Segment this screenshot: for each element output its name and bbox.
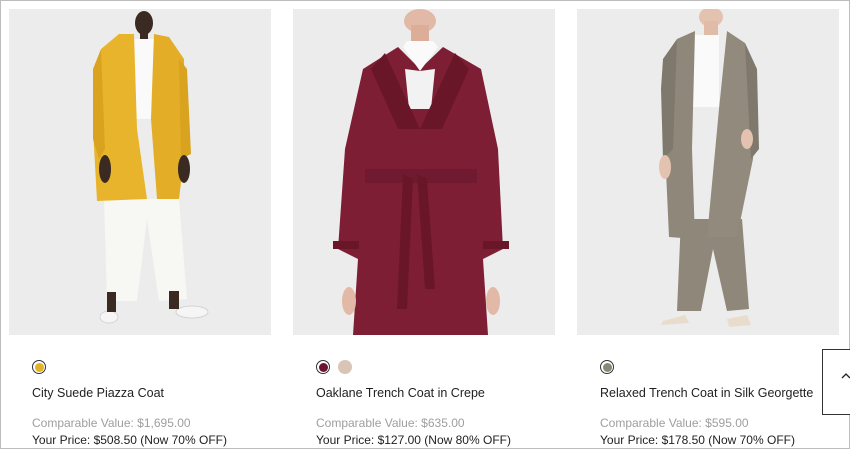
swatch-yellow[interactable] (32, 360, 46, 374)
chevron-up-icon (841, 373, 850, 379)
your-price: Your Price: $178.50 (Now 70% OFF) (600, 433, 795, 447)
comparable-value: Comparable Value: $595.00 (600, 416, 749, 430)
back-to-top-button[interactable] (822, 349, 850, 415)
product-image[interactable] (9, 9, 271, 335)
swatch-beige[interactable] (338, 360, 352, 374)
your-price: Your Price: $127.00 (Now 80% OFF) (316, 433, 511, 447)
model-in-burgundy-trench-photo (293, 9, 555, 335)
color-swatches (32, 360, 271, 378)
swatch-burgundy[interactable] (316, 360, 330, 374)
product-image[interactable] (293, 9, 555, 335)
model-in-taupe-trench-photo (577, 9, 839, 335)
your-price: Your Price: $508.50 (Now 70% OFF) (32, 433, 227, 447)
swatch-taupe[interactable] (600, 360, 614, 374)
color-swatches (600, 360, 839, 378)
product-name[interactable]: City Suede Piazza Coat (32, 386, 271, 400)
product-card: Oaklane Trench Coat in Crepe Comparable … (293, 9, 555, 447)
comparable-value: Comparable Value: $635.00 (316, 416, 465, 430)
product-name[interactable]: Relaxed Trench Coat in Silk Georgette (600, 386, 839, 400)
color-swatches (316, 360, 555, 378)
model-in-yellow-coat-photo (9, 9, 271, 335)
product-name[interactable]: Oaklane Trench Coat in Crepe (316, 386, 555, 400)
product-card: City Suede Piazza Coat Comparable Value:… (9, 9, 271, 447)
product-card: Relaxed Trench Coat in Silk Georgette Co… (577, 9, 839, 447)
comparable-value: Comparable Value: $1,695.00 (32, 416, 191, 430)
product-image[interactable] (577, 9, 839, 335)
